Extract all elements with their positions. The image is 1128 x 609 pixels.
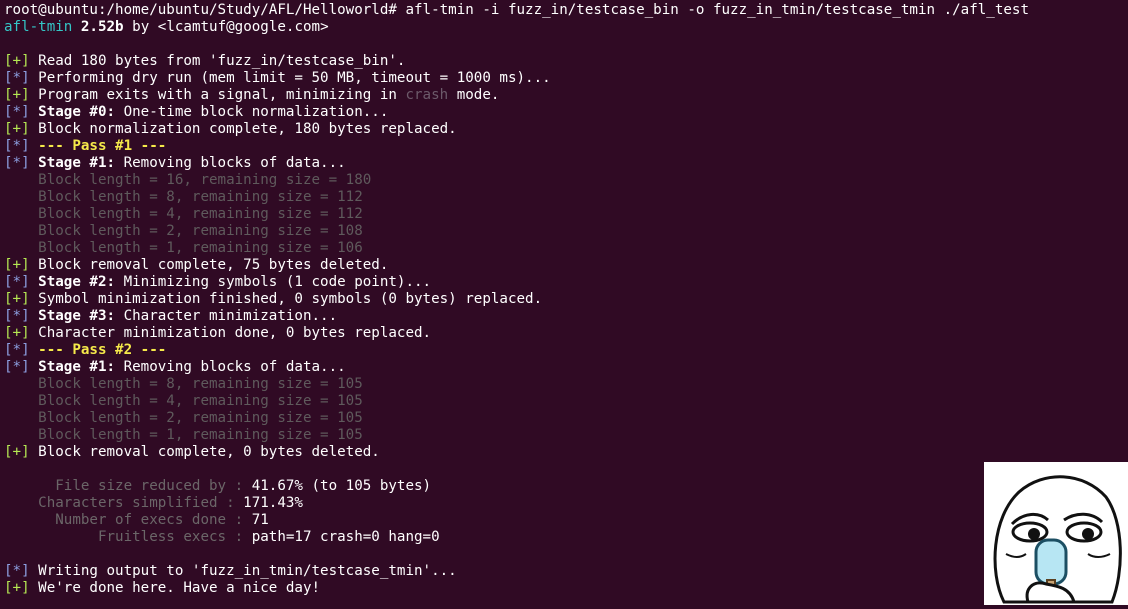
stage-label: Stage #1:: [38, 155, 116, 171]
log-line-norm-done: [+] Block normalization complete, 180 by…: [4, 121, 457, 137]
command-line: root@ubuntu:/home/ubuntu/Study/AFL/Hello…: [4, 2, 1128, 19]
author-text: by <lcamtuf@google.com>: [123, 19, 329, 35]
log-line-exits: [+] Program exits with a signal, minimiz…: [4, 87, 500, 103]
meme-face-popsicle-icon: [984, 462, 1128, 605]
tag-star: [*]: [4, 104, 30, 120]
crash-word: crash: [405, 87, 449, 103]
log-line-pass1: [*] --- Pass #1 ---: [4, 138, 1128, 155]
stat-line: File size reduced by : 41.67% (to 105 by…: [4, 478, 1128, 495]
stat-label: Fruitless execs :: [38, 529, 252, 545]
tag-star: [*]: [4, 563, 30, 579]
log-line-char-done: [+] Character minimization done, 0 bytes…: [4, 325, 432, 341]
program-version: 2.52b: [80, 19, 124, 35]
block-line: Block length = 2, remaining size = 108: [38, 223, 363, 239]
tag-plus: [+]: [4, 53, 30, 69]
pass-header: --- Pass #2 ---: [38, 342, 167, 358]
tag-plus: [+]: [4, 87, 30, 103]
tag-plus: [+]: [4, 257, 30, 273]
block-line: Block length = 1, remaining size = 106: [38, 240, 363, 256]
stage-label: Stage #1:: [38, 359, 116, 375]
tag-star: [*]: [4, 70, 30, 86]
tag-star: [*]: [4, 155, 30, 171]
log-line-stage3: [*] Stage #3: Character minimization...: [4, 308, 338, 324]
terminal-output[interactable]: root@ubuntu:/home/ubuntu/Study/AFL/Hello…: [4, 2, 1128, 597]
tag-star: [*]: [4, 359, 30, 375]
block-line: Block length = 8, remaining size = 112: [38, 189, 363, 205]
stage-label: Stage #0:: [38, 104, 116, 120]
log-line-stage0: [*] Stage #0: One-time block normalizati…: [4, 104, 389, 120]
log-line-stage1: [*] Stage #1: Removing blocks of data...: [4, 155, 346, 171]
stat-line: Fruitless execs : path=17 crash=0 hang=0: [4, 529, 1128, 546]
tag-plus: [+]: [4, 291, 30, 307]
log-line-writing: [*] Writing output to 'fuzz_in_tmin/test…: [4, 563, 457, 579]
log-line-removal2: [+] Block removal complete, 0 bytes dele…: [4, 444, 380, 460]
tag-plus: [+]: [4, 444, 30, 460]
block-line: Block length = 16, remaining size = 180: [38, 172, 372, 188]
log-line-pass2: [*] --- Pass #2 ---: [4, 342, 1128, 359]
command-text: afl-tmin -i fuzz_in/testcase_bin -o fuzz…: [396, 2, 1029, 18]
stat-label: File size reduced by :: [38, 478, 252, 494]
tag-star: [*]: [4, 342, 30, 358]
meme-sticker: [984, 462, 1128, 605]
block-line: Block length = 2, remaining size = 105: [38, 410, 363, 426]
stat-value: 41.67% (to 105 bytes): [251, 478, 432, 494]
stat-value: 171.43%: [243, 495, 303, 511]
tag-plus: [+]: [4, 325, 30, 341]
stage-label: Stage #3:: [38, 308, 116, 324]
log-line-read: [+] Read 180 bytes from 'fuzz_in/testcas…: [4, 53, 406, 69]
program-name: afl-tmin: [4, 19, 73, 35]
banner-line: afl-tmin 2.52b by <lcamtuf@google.com>: [4, 19, 1128, 36]
tag-plus: [+]: [4, 580, 30, 596]
stat-value: 71: [251, 512, 269, 528]
stat-label: Number of execs done :: [38, 512, 252, 528]
log-line-removal1: [+] Block removal complete, 75 bytes del…: [4, 257, 389, 273]
log-line-symbol-done: [+] Symbol minimization finished, 0 symb…: [4, 291, 543, 307]
block-line: Block length = 1, remaining size = 105: [38, 427, 363, 443]
block-line: Block length = 4, remaining size = 105: [38, 393, 363, 409]
log-line-stage2: [*] Stage #2: Minimizing symbols (1 code…: [4, 274, 432, 290]
block-line: Block length = 8, remaining size = 105: [38, 376, 363, 392]
tag-star: [*]: [4, 138, 30, 154]
stat-line: Characters simplified : 171.43%: [4, 495, 1128, 512]
tag-plus: [+]: [4, 121, 30, 137]
stat-line: Number of execs done : 71: [4, 512, 1128, 529]
shell-prompt: root@ubuntu:/home/ubuntu/Study/AFL/Hello…: [4, 2, 397, 18]
pass-header: --- Pass #1 ---: [38, 138, 167, 154]
log-line-done: [+] We're done here. Have a nice day!: [4, 580, 321, 596]
block-line: Block length = 4, remaining size = 112: [38, 206, 363, 222]
log-line-stage1b: [*] Stage #1: Removing blocks of data...: [4, 359, 346, 375]
stage-label: Stage #2:: [38, 274, 116, 290]
log-line-dry-run: [*] Performing dry run (mem limit = 50 M…: [4, 70, 551, 86]
stat-label: Characters simplified :: [38, 495, 244, 511]
tag-star: [*]: [4, 308, 30, 324]
tag-star: [*]: [4, 274, 30, 290]
stat-value: path=17 crash=0 hang=0: [251, 529, 440, 545]
